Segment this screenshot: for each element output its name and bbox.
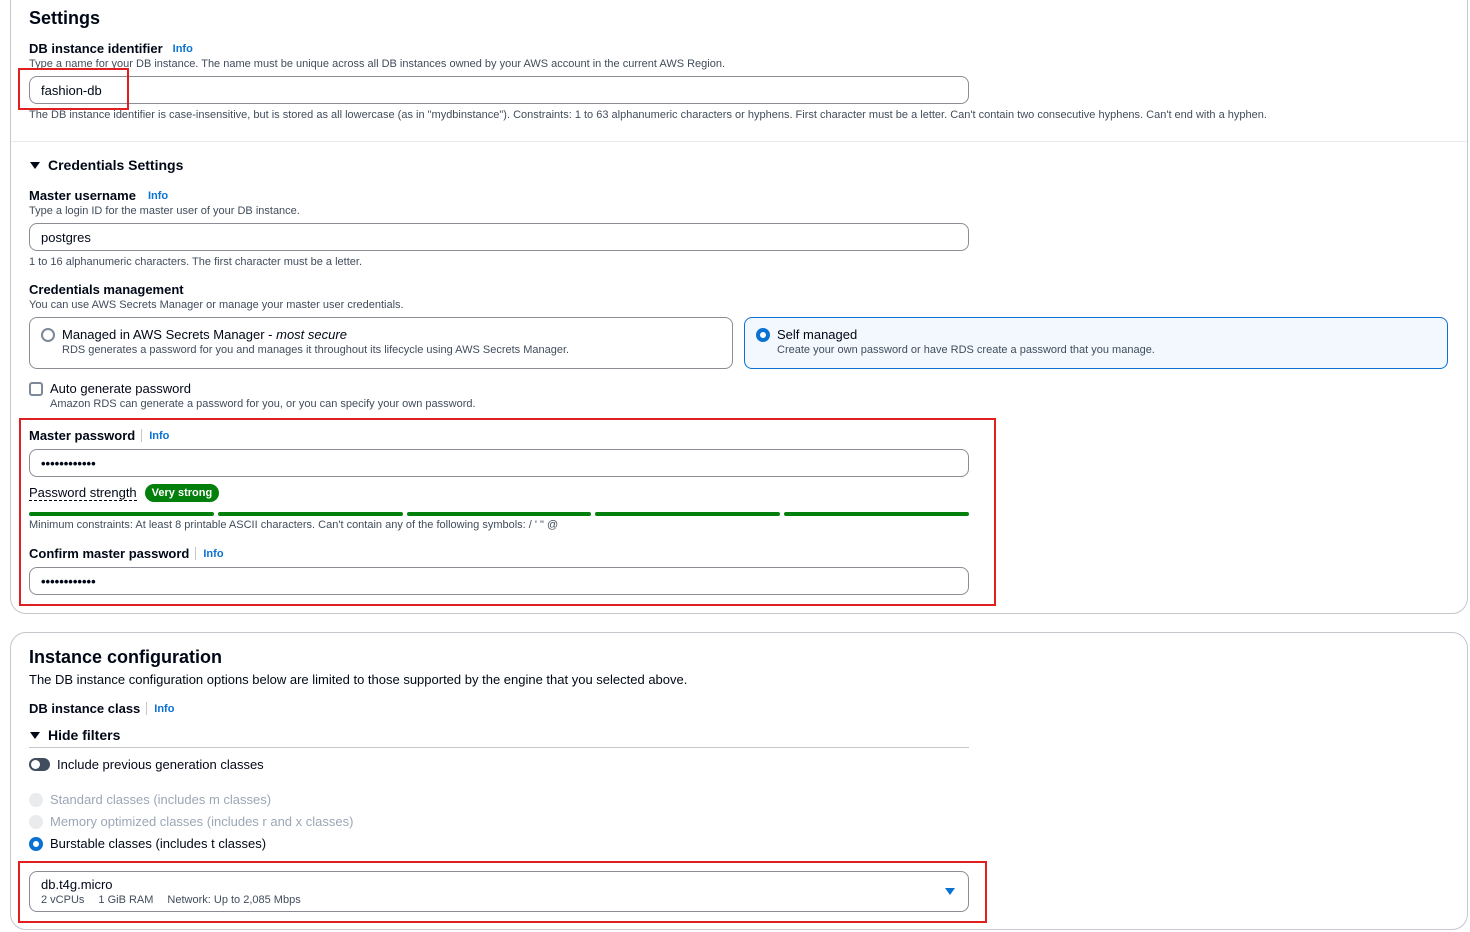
filters-label: Hide filters bbox=[48, 727, 121, 743]
instance-configuration-title: Instance configuration bbox=[29, 647, 223, 667]
auto-generate-label: Auto generate password bbox=[50, 381, 191, 396]
radio-burstable[interactable] bbox=[29, 836, 43, 851]
dropdown-caret-icon bbox=[945, 888, 955, 895]
instance-class-label-row: DB instance class Info bbox=[29, 701, 174, 716]
option-managed-title-text: Managed in AWS Secrets Manager - bbox=[62, 327, 277, 342]
identifier-input-value: fashion-db bbox=[41, 82, 102, 98]
instance-class-select-value: db.t4g.micro bbox=[41, 877, 113, 892]
password-strength-row: Password strength Very strong bbox=[29, 484, 220, 502]
spec-vcpu: 2 vCPUs bbox=[41, 894, 85, 906]
option-self-managed-title: Self managed bbox=[777, 327, 858, 342]
instance-class-info-link[interactable]: Info bbox=[154, 703, 174, 715]
password-strength-badge: Very strong bbox=[144, 484, 220, 502]
class-option-standard: Standard classes (includes m classes) bbox=[29, 792, 271, 807]
password-label: Master password bbox=[29, 428, 136, 443]
password-info-link[interactable]: Info bbox=[149, 430, 169, 442]
credentials-management-label: Credentials management bbox=[29, 282, 184, 297]
option-managed-title-em: most secure bbox=[276, 327, 347, 342]
password-hint: Minimum constraints: At least 8 printabl… bbox=[29, 519, 559, 531]
radio-managed[interactable] bbox=[41, 328, 55, 342]
username-description: Type a login ID for the master user of y… bbox=[29, 205, 300, 217]
option-managed-description: RDS generates a password for you and man… bbox=[62, 344, 570, 356]
username-hint: 1 to 16 alphanumeric characters. The fir… bbox=[29, 256, 363, 268]
burstable-label: Burstable classes (includes t classes) bbox=[50, 836, 267, 851]
filters-toggle[interactable]: Hide filters bbox=[30, 727, 120, 743]
caret-down-icon bbox=[30, 161, 40, 169]
identifier-description: Type a name for your DB instance. The na… bbox=[29, 58, 726, 70]
password-strength-label[interactable]: Password strength bbox=[29, 485, 137, 501]
strength-segment bbox=[407, 512, 591, 516]
instance-configuration-description: The DB instance configuration options be… bbox=[29, 672, 688, 687]
username-info-link[interactable]: Info bbox=[148, 190, 168, 202]
filters-divider bbox=[29, 747, 969, 748]
option-managed-title: Managed in AWS Secrets Manager - most se… bbox=[62, 327, 347, 342]
username-input[interactable]: postgres bbox=[29, 223, 969, 251]
identifier-input[interactable]: fashion-db bbox=[29, 76, 969, 104]
instance-class-select[interactable]: db.t4g.micro 2 vCPUs 1 GiB RAM Network: … bbox=[29, 871, 969, 912]
identifier-hint: The DB instance identifier is case-insen… bbox=[29, 109, 1267, 121]
confirm-password-label: Confirm master password bbox=[29, 546, 190, 561]
username-label: Master username bbox=[29, 188, 136, 203]
identifier-info-link[interactable]: Info bbox=[173, 43, 193, 55]
option-self-managed-tile[interactable]: Self managed Create your own password or… bbox=[744, 317, 1448, 369]
password-input-value: •••••••••••• bbox=[41, 455, 96, 471]
instance-class-specs: 2 vCPUs 1 GiB RAM Network: Up to 2,085 M… bbox=[41, 894, 301, 906]
credentials-title: Credentials Settings bbox=[48, 157, 184, 173]
credentials-toggle[interactable]: Credentials Settings bbox=[30, 157, 183, 173]
class-option-burstable[interactable]: Burstable classes (includes t classes) bbox=[29, 836, 266, 851]
settings-title: Settings bbox=[29, 8, 101, 28]
previous-generation-label: Include previous generation classes bbox=[57, 757, 264, 772]
auto-generate-description: Amazon RDS can generate a password for y… bbox=[50, 398, 476, 410]
memory-label: Memory optimized classes (includes r and… bbox=[50, 814, 354, 829]
info-separator bbox=[146, 702, 148, 715]
radio-memory bbox=[29, 814, 43, 829]
info-separator bbox=[195, 547, 197, 560]
confirm-password-input[interactable]: •••••••••••• bbox=[29, 567, 969, 595]
identifier-label: DB instance identifier bbox=[29, 41, 163, 56]
password-input[interactable]: •••••••••••• bbox=[29, 449, 969, 477]
confirm-password-info-link[interactable]: Info bbox=[203, 548, 223, 560]
strength-segment bbox=[29, 512, 214, 516]
strength-segment bbox=[218, 512, 403, 516]
password-label-row: Master password Info bbox=[29, 428, 169, 443]
spec-ram: 1 GiB RAM bbox=[98, 894, 154, 906]
radio-self-managed[interactable] bbox=[756, 328, 770, 342]
option-managed-tile[interactable]: Managed in AWS Secrets Manager - most se… bbox=[29, 317, 733, 369]
identifier-label-row: DB instance identifier Info bbox=[29, 41, 193, 56]
strength-segment bbox=[595, 512, 780, 516]
credentials-management-description: You can use AWS Secrets Manager or manag… bbox=[29, 299, 404, 311]
previous-generation-toggle[interactable] bbox=[29, 758, 50, 771]
auto-generate-checkbox[interactable] bbox=[29, 382, 43, 396]
username-input-value: postgres bbox=[41, 229, 91, 245]
class-option-memory: Memory optimized classes (includes r and… bbox=[29, 814, 353, 829]
username-label-row: Master username Info bbox=[29, 188, 168, 203]
confirm-password-input-value: •••••••••••• bbox=[41, 573, 96, 589]
confirm-password-label-row: Confirm master password Info bbox=[29, 546, 224, 561]
strength-segment bbox=[784, 512, 969, 516]
instance-class-label: DB instance class bbox=[29, 701, 141, 716]
section-divider bbox=[11, 141, 1467, 142]
standard-label: Standard classes (includes m classes) bbox=[50, 792, 272, 807]
radio-standard bbox=[29, 792, 43, 807]
caret-down-icon bbox=[30, 731, 40, 739]
info-separator bbox=[141, 429, 143, 442]
spec-network: Network: Up to 2,085 Mbps bbox=[167, 894, 301, 906]
previous-generation-row: Include previous generation classes bbox=[29, 757, 264, 772]
option-self-managed-description: Create your own password or have RDS cre… bbox=[777, 344, 1155, 356]
